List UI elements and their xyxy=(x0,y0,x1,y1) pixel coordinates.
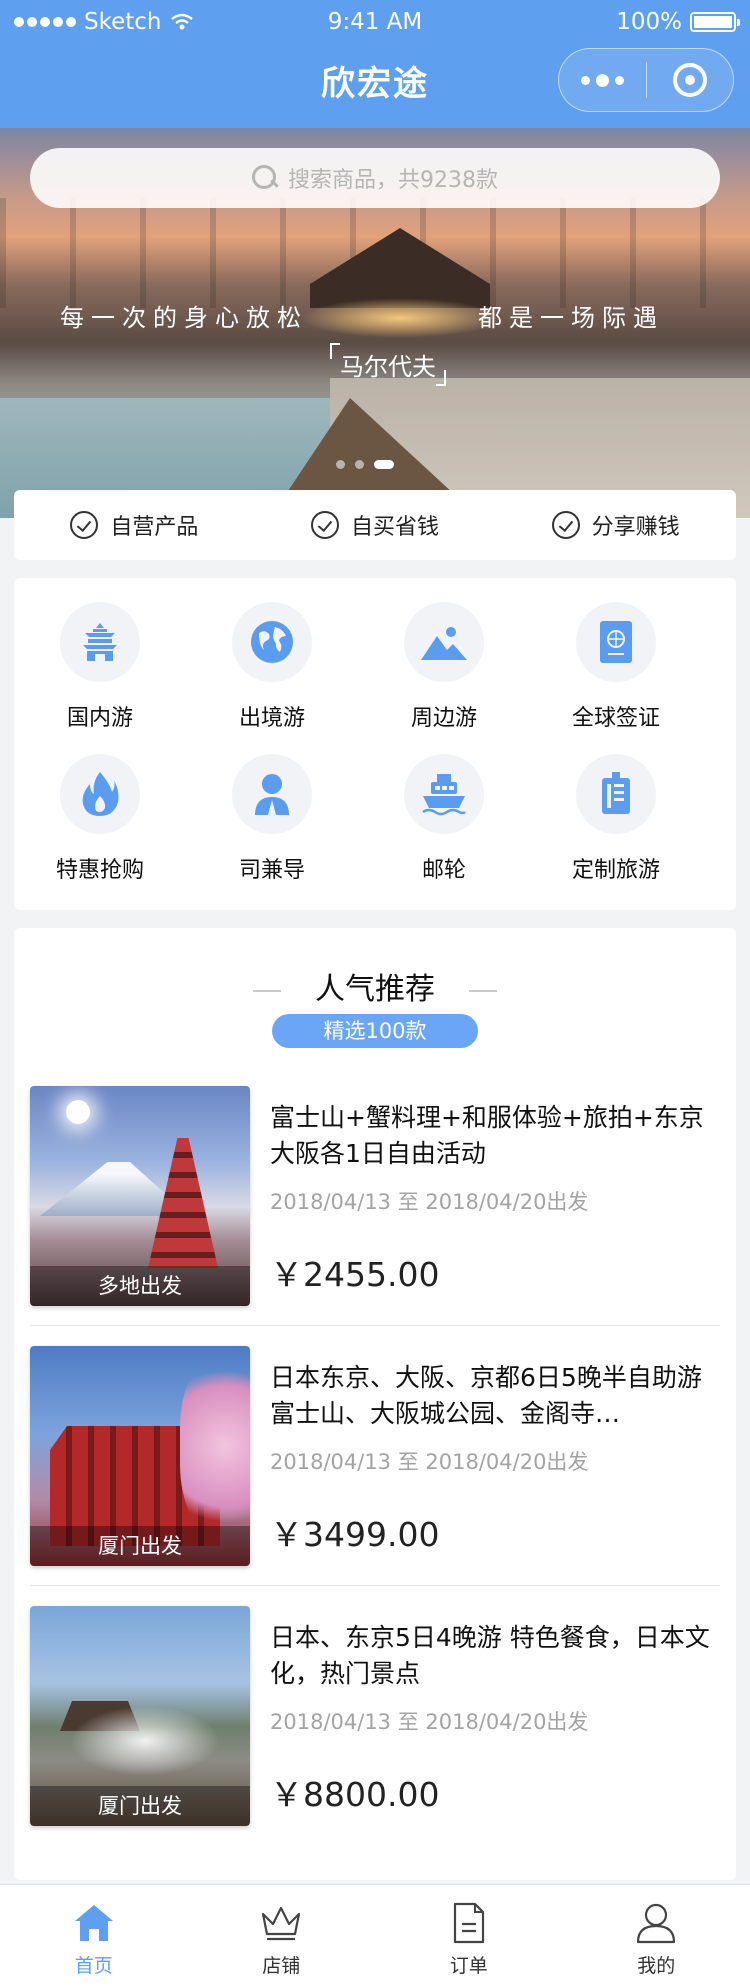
product-name: 日本东京、大阪、京都6日5晚半自助游 富士山、大阪城公园、金阁寺… xyxy=(270,1363,720,1428)
product-price: ￥8800.00 xyxy=(270,1775,440,1814)
cruise-ship-icon xyxy=(404,754,484,834)
product-name: 日本、东京5日4晚游 特色餐食，日本文化，热门景点 xyxy=(270,1623,710,1688)
carousel-dot-active[interactable] xyxy=(374,460,394,469)
section-title: 人气推荐 xyxy=(315,972,435,1007)
tab-label: 订单 xyxy=(449,1955,488,1977)
tab-mine[interactable]: 我的 xyxy=(563,1885,750,1988)
category-flash-sale[interactable]: 特惠抢购 xyxy=(14,754,186,884)
feature-share-earn: 分享赚钱 xyxy=(551,509,680,541)
feature-save-money: 自买省钱 xyxy=(310,509,439,541)
battery-icon xyxy=(690,12,740,32)
tab-label: 店铺 xyxy=(262,1955,301,1977)
banner-slogan-right: 都是一场际遇 xyxy=(478,304,664,332)
battery-percent: 100% xyxy=(616,9,682,35)
category-nearby[interactable]: 周边游 xyxy=(358,602,530,732)
custom-luggage-icon xyxy=(576,754,656,834)
tab-orders[interactable]: 订单 xyxy=(375,1885,563,1988)
product-card[interactable]: 厦门出发 日本东京、大阪、京都6日5晚半自助游 富士山、大阪城公园、金阁寺… 2… xyxy=(30,1346,720,1586)
popular-recommendations: 人气推荐 精选100款 多地出发 富士山+蟹料理+和服体验+旅拍+东京大阪各1日… xyxy=(14,928,736,1880)
nav-header: Sketch 9:41 AM 100% 欣宏途 xyxy=(0,0,750,128)
carousel-dot[interactable] xyxy=(336,460,345,469)
product-price: ￥2455.00 xyxy=(270,1255,440,1294)
product-date: 2018/04/13 至 2018/04/20出发 xyxy=(270,1450,589,1474)
crown-store-icon xyxy=(259,1901,303,1945)
miniprogram-capsule xyxy=(558,48,734,112)
home-icon xyxy=(72,1901,116,1945)
order-document-icon xyxy=(447,1901,491,1945)
search-placeholder: 搜索商品，共9238款 xyxy=(288,168,498,193)
product-card[interactable]: 厦门出发 日本、东京5日4晚游 特色餐食，日本文化，热门景点 2018/04/1… xyxy=(30,1606,720,1846)
section-badge: 精选100款 xyxy=(272,1014,478,1048)
carousel-dot[interactable] xyxy=(355,460,364,469)
tab-store[interactable]: 店铺 xyxy=(188,1885,376,1988)
flame-icon xyxy=(60,754,140,834)
product-name: 富士山+蟹料理+和服体验+旅拍+东京大阪各1日自由活动 xyxy=(270,1103,704,1168)
category-driver-guide[interactable]: 司兼导 xyxy=(186,754,358,884)
check-circle-icon xyxy=(551,511,580,539)
product-date: 2018/04/13 至 2018/04/20出发 xyxy=(270,1710,589,1734)
feature-self-operated: 自营产品 xyxy=(70,509,198,541)
more-dots-icon[interactable] xyxy=(559,48,646,112)
temple-icon xyxy=(60,602,140,682)
departure-tag: 厦门出发 xyxy=(30,1526,250,1566)
service-features: 自营产品 自买省钱 分享赚钱 xyxy=(14,490,736,560)
status-bar: Sketch 9:41 AM 100% xyxy=(0,0,750,44)
guide-person-icon xyxy=(232,754,312,834)
passport-icon xyxy=(576,602,656,682)
product-image: 厦门出发 xyxy=(30,1346,250,1566)
carousel-indicator xyxy=(336,460,394,469)
landscape-icon xyxy=(404,602,484,682)
category-grid: 国内游 出境游 周边游 全球签证 特惠抢购 司兼导 邮轮 定制旅游 xyxy=(14,578,736,910)
departure-tag: 厦门出发 xyxy=(30,1786,250,1826)
search-icon xyxy=(252,165,278,191)
banner-place: 马尔代夫 xyxy=(330,343,446,386)
product-image: 多地出发 xyxy=(30,1086,250,1306)
departure-tag: 多地出发 xyxy=(30,1266,250,1306)
product-image: 厦门出发 xyxy=(30,1606,250,1826)
miniprogram-close-icon[interactable] xyxy=(647,48,733,112)
category-cruise[interactable]: 邮轮 xyxy=(358,754,530,884)
product-price: ￥3499.00 xyxy=(270,1515,440,1554)
user-icon xyxy=(634,1901,678,1945)
banner-slogan-left: 每一次的身心放松 xyxy=(60,304,308,332)
globe-icon xyxy=(232,602,312,682)
bottom-tab-bar: 首页 店铺 订单 我的 xyxy=(0,1884,750,1988)
check-circle-icon xyxy=(70,511,99,539)
category-visa[interactable]: 全球签证 xyxy=(530,602,702,732)
product-date: 2018/04/13 至 2018/04/20出发 xyxy=(270,1190,589,1214)
check-circle-icon xyxy=(310,511,339,539)
category-custom-tour[interactable]: 定制旅游 xyxy=(530,754,702,884)
search-bar[interactable]: 搜索商品，共9238款 xyxy=(30,148,720,208)
product-card[interactable]: 多地出发 富士山+蟹料理+和服体验+旅拍+东京大阪各1日自由活动 2018/04… xyxy=(30,1086,720,1326)
category-domestic[interactable]: 国内游 xyxy=(14,602,186,732)
tab-home[interactable]: 首页 xyxy=(0,1885,188,1988)
category-outbound[interactable]: 出境游 xyxy=(186,602,358,732)
tab-label: 首页 xyxy=(74,1955,113,1977)
tab-label: 我的 xyxy=(637,1955,676,1977)
banner-carousel[interactable]: 搜索商品，共9238款 每一次的身心放松 都是一场际遇 马尔代夫 xyxy=(0,128,750,518)
